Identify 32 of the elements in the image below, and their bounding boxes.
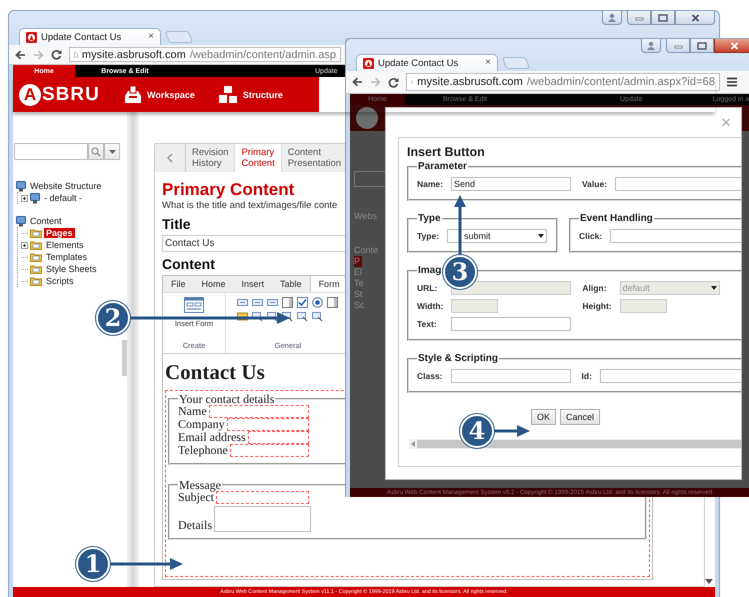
field-label: Type: — [417, 231, 440, 241]
section-heading: Primary Content — [162, 180, 294, 200]
form-label: Email address — [178, 431, 246, 444]
form-label: Details — [178, 519, 212, 532]
fieldset-legend: Parameter — [417, 161, 468, 172]
fieldset-legend: Your contact details — [178, 393, 276, 405]
field-label: Value: — [580, 179, 608, 189]
field-label: Class: — [417, 371, 444, 381]
field-label: Width: — [417, 301, 444, 311]
field-label: Align: — [581, 283, 608, 293]
fieldset-legend: Message — [178, 479, 222, 491]
fieldset-legend: Imag — [417, 265, 442, 276]
form-label: Name — [178, 405, 207, 418]
field-label: Text: — [417, 319, 438, 329]
field-label: Id: — [580, 371, 593, 381]
document-heading: Contact Us — [165, 360, 265, 384]
field-label: URL: — [417, 283, 438, 293]
section-description: What is the title and text/images/file conte — [162, 200, 338, 212]
field-label: Title — [162, 216, 191, 232]
form-label: Telephone — [178, 444, 228, 457]
form-label: Subject — [178, 491, 214, 504]
dialog-title: Insert Button — [407, 145, 486, 159]
fieldset-legend: Type — [417, 213, 442, 224]
field-label: Content — [162, 256, 215, 272]
field-label: Name: — [417, 179, 444, 189]
logo-text: SBRU — [42, 84, 100, 106]
fieldset-legend: Style & Scripting — [417, 353, 500, 364]
fieldset-legend: Event Handling — [579, 213, 654, 224]
field-label: Height: — [581, 301, 613, 311]
field-label: Click: — [579, 231, 604, 241]
logo-badge: A — [19, 84, 41, 106]
form-label: Company — [178, 418, 225, 431]
